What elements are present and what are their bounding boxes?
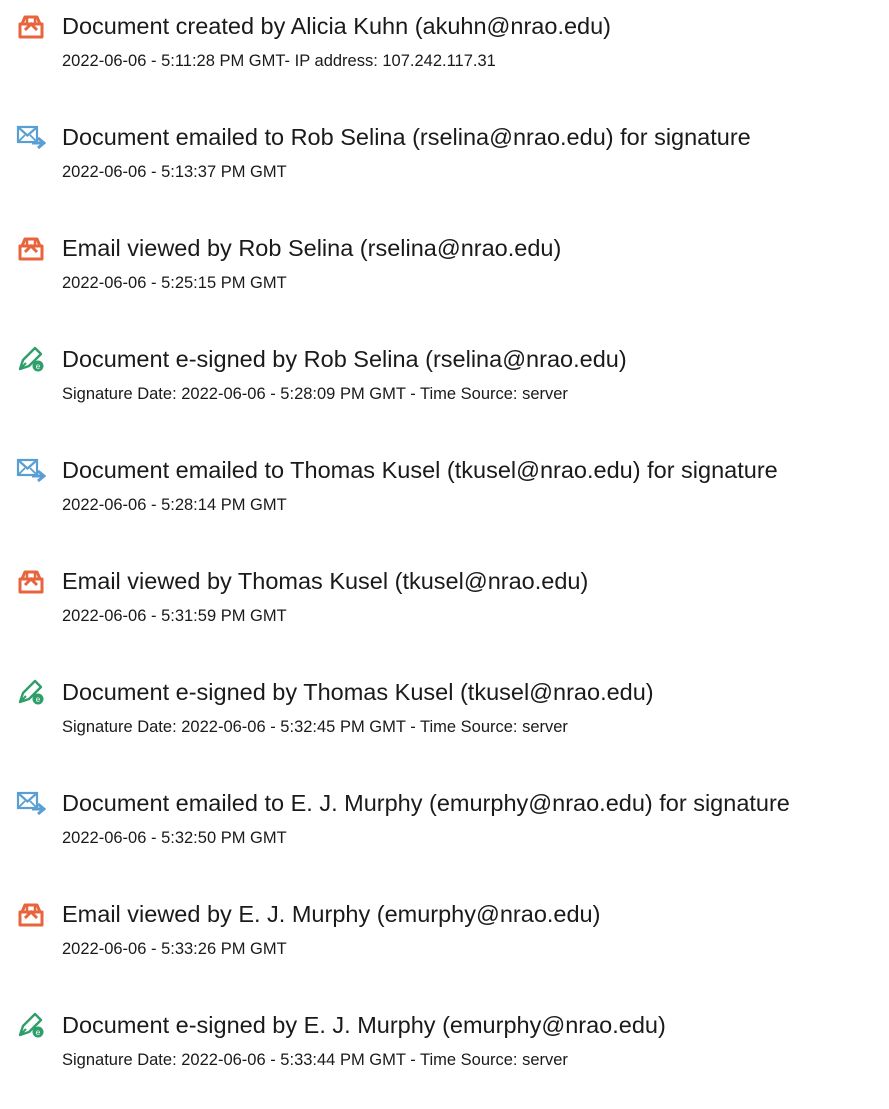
event-title: Email viewed by Thomas Kusel (tkusel@nra… (62, 568, 589, 594)
event-title: Document emailed to E. J. Murphy (emurph… (62, 790, 790, 816)
email-sent-icon (16, 456, 46, 484)
email-sent-icon (16, 123, 46, 151)
audit-event: e Document e-signed by E. J. Murphy (emu… (0, 1005, 889, 1085)
event-title: Email viewed by E. J. Murphy (emurphy@nr… (62, 901, 601, 927)
event-detail: 2022-06-06 - 5:32:50 PM GMT (62, 829, 287, 847)
audit-log: Document created by Alicia Kuhn (akuhn@n… (0, 0, 889, 1109)
event-detail: 2022-06-06 - 5:13:37 PM GMT (62, 163, 287, 181)
email-viewed-icon (16, 234, 46, 262)
audit-event: Email viewed by E. J. Murphy (emurphy@nr… (0, 894, 889, 974)
svg-text:e: e (36, 1028, 41, 1037)
event-detail: 2022-06-06 - 5:11:28 PM GMT- IP address:… (62, 52, 496, 70)
event-title: Document e-signed by E. J. Murphy (emurp… (62, 1012, 666, 1038)
event-title: Document created by Alicia Kuhn (akuhn@n… (62, 13, 612, 39)
audit-event: Document created by Alicia Kuhn (akuhn@n… (0, 6, 889, 86)
audit-event: Document emailed to Rob Selina (rselina@… (0, 117, 889, 197)
svg-text:e: e (36, 695, 41, 704)
esigned-icon: e (16, 1011, 46, 1039)
event-title: Document e-signed by Thomas Kusel (tkuse… (62, 679, 654, 705)
event-title: Document e-signed by Rob Selina (rselina… (62, 346, 627, 372)
event-detail: 2022-06-06 - 5:28:14 PM GMT (62, 496, 287, 514)
email-sent-icon (16, 789, 46, 817)
esigned-icon: e (16, 678, 46, 706)
audit-event: Document emailed to E. J. Murphy (emurph… (0, 783, 889, 863)
email-viewed-icon (16, 567, 46, 595)
audit-event: e Document e-signed by Rob Selina (rseli… (0, 339, 889, 419)
document-created-icon (16, 12, 46, 40)
event-detail: 2022-06-06 - 5:25:15 PM GMT (62, 274, 287, 292)
esigned-icon: e (16, 345, 46, 373)
event-title: Document emailed to Rob Selina (rselina@… (62, 124, 751, 150)
event-detail: Signature Date: 2022-06-06 - 5:33:44 PM … (62, 1051, 568, 1069)
audit-event: Email viewed by Rob Selina (rselina@nrao… (0, 228, 889, 308)
audit-event: Document emailed to Thomas Kusel (tkusel… (0, 450, 889, 530)
email-viewed-icon (16, 900, 46, 928)
event-title: Document emailed to Thomas Kusel (tkusel… (62, 457, 778, 483)
svg-text:e: e (36, 362, 41, 371)
audit-event: Email viewed by Thomas Kusel (tkusel@nra… (0, 561, 889, 641)
event-detail: 2022-06-06 - 5:31:59 PM GMT (62, 607, 287, 625)
event-title: Email viewed by Rob Selina (rselina@nrao… (62, 235, 562, 261)
event-detail: Signature Date: 2022-06-06 - 5:28:09 PM … (62, 385, 568, 403)
event-detail: Signature Date: 2022-06-06 - 5:32:45 PM … (62, 718, 568, 736)
audit-event: e Document e-signed by Thomas Kusel (tku… (0, 672, 889, 752)
event-detail: 2022-06-06 - 5:33:26 PM GMT (62, 940, 287, 958)
